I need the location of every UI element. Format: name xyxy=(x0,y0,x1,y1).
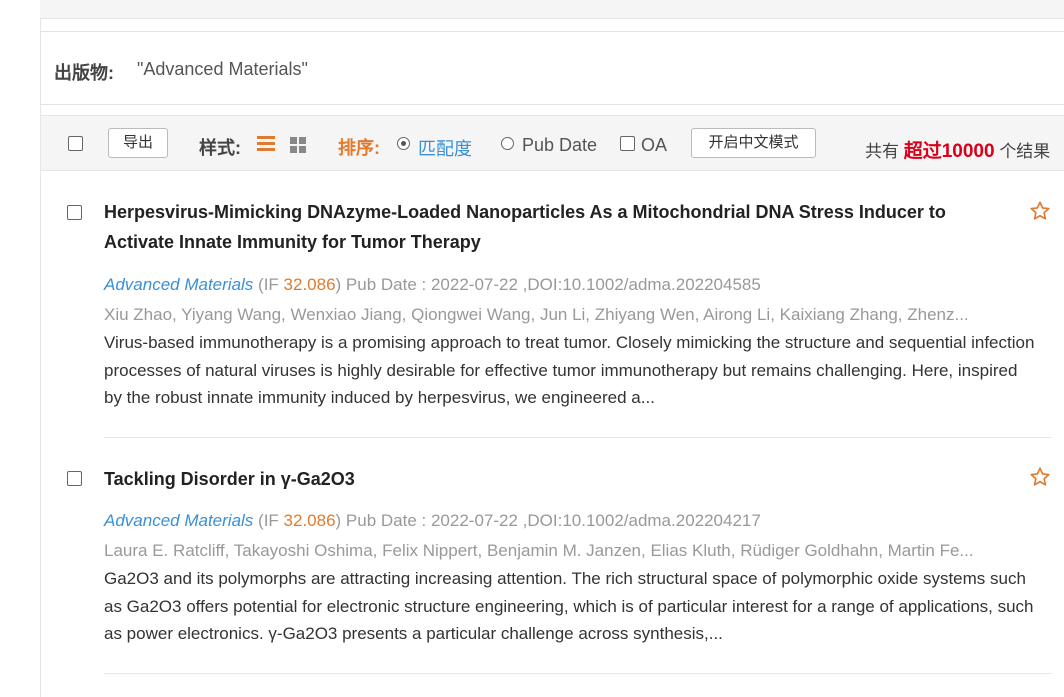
result-abstract: Ga2O3 and its polymorphs are attracting … xyxy=(104,569,1034,643)
result-title[interactable]: Tackling Disorder in γ-Ga2O3 xyxy=(104,464,994,494)
journal-link[interactable]: Advanced Materials xyxy=(104,275,253,294)
impact-factor: 32.086 xyxy=(283,511,336,530)
result-authors: Xiu Zhao, Yiyang Wang, Wenxiao Jiang, Qi… xyxy=(104,305,969,324)
if-prefix: (IF xyxy=(253,511,284,530)
result-meta: Advanced Materials (IF 32.086) Pub Date … xyxy=(104,511,761,531)
result-checkbox[interactable] xyxy=(67,471,82,486)
result-divider xyxy=(104,437,1052,438)
select-all-checkbox[interactable] xyxy=(68,136,83,151)
results-count-value: 超过10000 xyxy=(903,141,995,162)
result-checkbox[interactable] xyxy=(67,205,82,220)
sort-pubdate-label[interactable]: Pub Date xyxy=(522,135,597,156)
sort-relevance-radio[interactable] xyxy=(397,137,410,150)
sort-pubdate-radio[interactable] xyxy=(501,137,514,150)
publication-label: 出版物: xyxy=(54,63,114,83)
result-abstract: Virus-based immunotherapy is a promising… xyxy=(104,333,1035,407)
results-count: 共有 超过10000 个结果 xyxy=(865,136,1050,163)
result-meta: Advanced Materials (IF 32.086) Pub Date … xyxy=(104,275,761,295)
result-authors: Laura E. Ratcliff, Takayoshi Oshima, Fel… xyxy=(104,541,974,560)
oa-checkbox[interactable] xyxy=(620,136,635,151)
result-title[interactable]: Herpesvirus-Mimicking DNAzyme-Loaded Nan… xyxy=(104,197,994,257)
journal-link[interactable]: Advanced Materials xyxy=(104,511,253,530)
sort-relevance-label[interactable]: 匹配度 xyxy=(418,135,472,161)
results-count-suffix: 个结果 xyxy=(999,142,1051,161)
results-count-prefix: 共有 xyxy=(865,142,899,161)
pubdate-doi: ) Pub Date : 2022-07-22 ,DOI:10.1002/adm… xyxy=(335,511,761,530)
publication-value: "Advanced Materials" xyxy=(137,59,308,79)
pubdate-doi: ) Pub Date : 2022-07-22 ,DOI:10.1002/adm… xyxy=(335,275,761,294)
chinese-mode-button[interactable]: 开启中文模式 xyxy=(691,128,816,158)
publication-filter: 出版物: "Advanced Materials" xyxy=(40,31,1064,105)
impact-factor: 32.086 xyxy=(283,275,336,294)
sort-label: 排序: xyxy=(338,138,380,158)
list-view-icon[interactable] xyxy=(257,136,275,152)
export-button[interactable]: 导出 xyxy=(108,128,168,158)
favorite-star-icon[interactable] xyxy=(1029,200,1051,222)
style-label: 样式: xyxy=(199,138,241,158)
results-toolbar: 导出 样式: 排序: 匹配度 Pub Date OA 开启中文模式 共有 超过1… xyxy=(40,115,1064,171)
top-filter-strip xyxy=(40,0,1064,19)
if-prefix: (IF xyxy=(253,275,284,294)
grid-view-icon[interactable] xyxy=(290,137,307,153)
result-divider xyxy=(104,673,1052,674)
favorite-star-icon[interactable] xyxy=(1029,466,1051,488)
oa-label[interactable]: OA xyxy=(641,135,667,156)
